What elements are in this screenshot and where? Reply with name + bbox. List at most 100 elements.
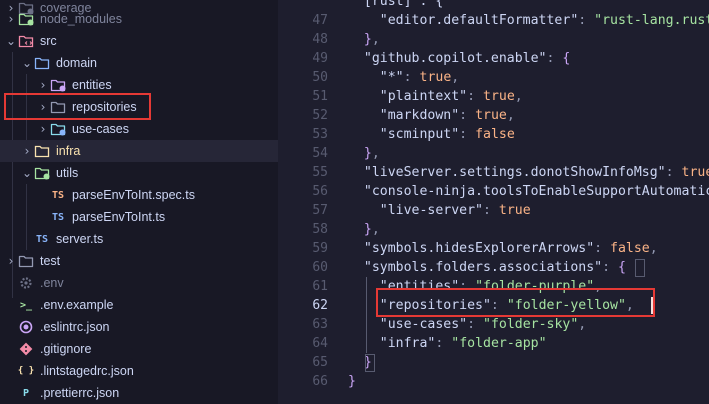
line-number: 55 [312,165,328,180]
code-editor[interactable]: [rust]": { 47 "editor.defaultFormatter": … [278,0,709,404]
line-number: 52 [312,108,328,123]
tree-item-src[interactable]: ⌄ src [0,30,278,52]
chevron-right-icon[interactable]: › [36,122,50,136]
tree-item-use-cases[interactable]: › use-cases [0,118,278,140]
tree-item-label: .lintstagedrc.json [40,364,134,378]
env-gear-icon [18,275,34,291]
code-line: }, [363,222,380,237]
tree-item-label: .gitignore [40,342,92,356]
line-number: 50 [312,70,328,85]
tree-item-label: .eslintrc.json [40,320,110,334]
file-explorer: › coverage › node_modules ⌄ src ⌄ domain › entiti… [0,0,278,404]
tree-item-label: src [40,34,57,48]
tree-item-node-modules[interactable]: › node_modules [0,8,278,30]
chevron-right-icon[interactable]: › [20,144,34,158]
tree-item-infra[interactable]: › infra [0,140,278,162]
chevron-down-icon[interactable]: ⌄ [20,166,34,180]
code-line: } [348,374,356,389]
code-line: }, [363,32,380,47]
tree-item-server-ts[interactable]: TS server.ts [0,228,278,250]
chevron-down-icon[interactable]: ⌄ [4,34,18,48]
line-number: 56 [312,184,328,199]
tree-item-domain[interactable]: ⌄ domain [0,52,278,74]
line-number: 58 [312,222,328,237]
typescript-icon: TS [35,233,49,245]
line-number: 48 [312,32,328,47]
line-number: 47 [312,13,328,28]
code-line: "markdown": true, [379,108,515,123]
tree-item-gitignore[interactable]: .gitignore [0,338,278,360]
line-number: 63 [312,317,328,332]
tree-item-prettierrc-json[interactable]: P .prettierrc.json [0,382,278,404]
test-folder-icon [18,253,34,269]
folder-purple-icon [50,77,66,93]
chevron-right-icon[interactable]: › [4,254,18,268]
tree-item-label: parseEnvToInt.spec.ts [72,188,195,202]
src-folder-icon [18,33,34,49]
line-number: 61 [312,279,328,294]
code-line-partial: [rust]": { [348,0,444,9]
code-line: "use-cases": "folder-sky", [379,317,587,332]
text-cursor [651,297,653,314]
line-number: 65 [312,355,328,370]
tree-item-label: server.ts [56,232,104,246]
matching-bracket-open [635,259,645,277]
line-number: 64 [312,336,328,351]
tree-item-label: test [40,254,61,268]
tree-item-test[interactable]: › test [0,250,278,272]
bracket-guide [366,277,367,353]
tree-item-label: domain [56,56,97,70]
tree-item-env[interactable]: .env [0,272,278,294]
tree-item-label: parseEnvToInt.ts [72,210,166,224]
code-line: "editor.defaultFormatter": "rust-lang.ru… [379,13,709,28]
tree-item-utils[interactable]: ⌄ utils [0,162,278,184]
git-icon [18,341,34,357]
code-line: "symbols.hidesExplorerArrows": false, [363,241,658,256]
code-line: "liveServer.settings.donotShowInfoMsg": … [363,165,709,180]
chevron-right-icon[interactable]: › [4,12,18,26]
chevron-right-icon[interactable]: › [36,78,50,92]
typescript-icon: TS [51,211,65,223]
tree-item-label: node_modules [40,12,123,26]
tree-item-label: infra [56,144,81,158]
line-number: 49 [312,51,328,66]
tree-item-label: entities [72,78,112,92]
tree-item-parseenvtoint-spec-ts[interactable]: TS parseEnvToInt.spec.ts [0,184,278,206]
node-modules-folder-icon [18,11,34,27]
code-line: "scminput": false [379,127,515,142]
code-line: "*": true, [379,70,460,85]
tree-item-parseenvtoint-ts[interactable]: TS parseEnvToInt.ts [0,206,278,228]
code-line: }, [363,146,380,161]
code-line: "infra": "folder-app" [379,336,547,351]
line-number: 51 [312,89,328,104]
line-number: 57 [312,203,328,218]
eslint-icon [18,319,34,335]
code-line: "live-server": true [379,203,531,218]
code-line: "symbols.folders.associations": { [363,260,626,275]
vscode-window: › coverage › node_modules ⌄ src ⌄ domain › entiti… [0,0,709,404]
json-braces-icon: { } [17,366,35,376]
chevron-down-icon[interactable]: ⌄ [20,56,34,70]
code-line: "github.copilot.enable": { [363,51,571,66]
code-line: "console-ninja.toolsToEnableSupportAutom… [363,184,709,199]
tree-item-label: .prettierrc.json [40,386,120,400]
folder-app-icon [34,143,50,159]
tree-item-eslintrc-json[interactable]: .eslintrc.json [0,316,278,338]
line-number: 66 [312,374,328,389]
ts-test-icon: TS [51,189,65,201]
highlight-box-repositories-setting [376,288,655,317]
code-line: "plaintext": true, [379,89,523,104]
tree-item-lintstagedrc-json[interactable]: { } .lintstagedrc.json [0,360,278,382]
tree-item-env-example[interactable]: >_ .env.example [0,294,278,316]
line-number: 59 [312,241,328,256]
line-number: 53 [312,127,328,142]
line-number: 54 [312,146,328,161]
tree-item-label: .env.example [40,298,114,312]
highlight-box-repositories [4,93,151,120]
folder-sky-icon [50,121,66,137]
tree-item-label: .env [40,276,64,290]
prettier-icon: P [22,387,30,399]
terminal-icon: >_ [19,299,33,311]
folder-icon [34,55,50,71]
tree-item-label: use-cases [72,122,129,136]
